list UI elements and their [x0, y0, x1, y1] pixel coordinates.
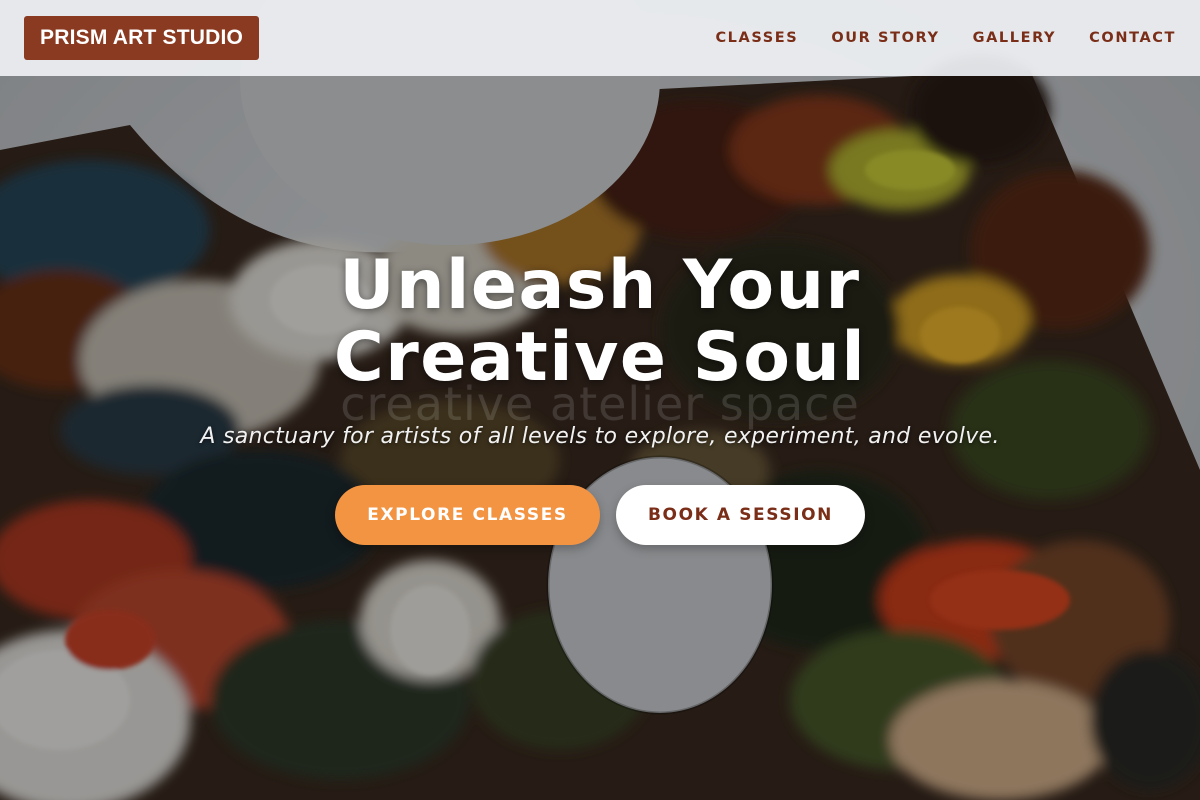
hero-title-line-2: Creative Soul [333, 318, 867, 397]
hero-section: Unleash Your Creative Soul A sanctuary f… [0, 250, 1200, 545]
nav-link-gallery[interactable]: GALLERY [973, 30, 1057, 46]
nav-links: CLASSES OUR STORY GALLERY CONTACT [715, 30, 1176, 46]
brand-logo[interactable]: PRISM ART STUDIO [24, 16, 260, 60]
navbar: PRISM ART STUDIO CLASSES OUR STORY GALLE… [0, 0, 1200, 76]
nav-link-classes[interactable]: CLASSES [715, 30, 798, 46]
nav-link-contact[interactable]: CONTACT [1089, 30, 1176, 46]
hero-subtitle: A sanctuary for artists of all levels to… [200, 424, 1000, 449]
hero-title: Unleash Your Creative Soul [0, 250, 1200, 394]
book-session-button[interactable]: BOOK A SESSION [616, 485, 865, 545]
nav-link-our-story[interactable]: OUR STORY [831, 30, 939, 46]
cta-row: EXPLORE CLASSES BOOK A SESSION [0, 485, 1200, 545]
hero-title-line-1: Unleash Your [339, 246, 861, 325]
explore-classes-button[interactable]: EXPLORE CLASSES [335, 485, 600, 545]
